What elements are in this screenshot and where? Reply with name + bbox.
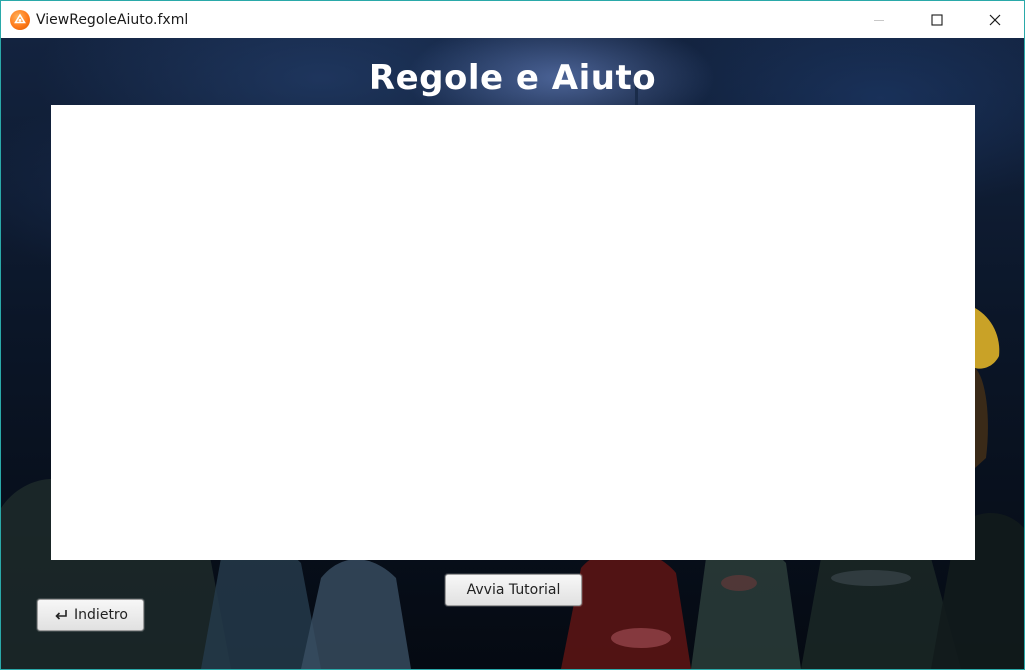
main-content: Regole e Aiuto Avvia Tutorial Indietro <box>1 38 1024 669</box>
close-icon <box>989 14 1001 25</box>
close-button[interactable] <box>966 1 1024 38</box>
app-icon <box>10 9 30 30</box>
page-title: Regole e Aiuto <box>368 58 657 98</box>
app-window: ViewRegoleAiuto.fxml Regole e Aiuto Avvi… <box>0 0 1025 670</box>
title-bar[interactable]: ViewRegoleAiuto.fxml <box>1 1 1024 38</box>
window-title: ViewRegoleAiuto.fxml <box>36 11 189 28</box>
maximize-button[interactable] <box>908 1 966 38</box>
start-tutorial-button[interactable]: Avvia Tutorial <box>445 574 582 606</box>
minimize-icon <box>874 19 884 21</box>
rules-content-panel <box>51 105 975 560</box>
back-button[interactable]: Indietro <box>37 599 144 631</box>
window-controls <box>850 1 1024 38</box>
app-logo-glyph <box>14 12 26 23</box>
minimize-button[interactable] <box>850 1 908 38</box>
maximize-icon <box>931 13 943 26</box>
back-label: Indietro <box>74 607 128 623</box>
start-tutorial-label: Avvia Tutorial <box>466 582 561 598</box>
return-arrow-icon <box>53 608 69 622</box>
